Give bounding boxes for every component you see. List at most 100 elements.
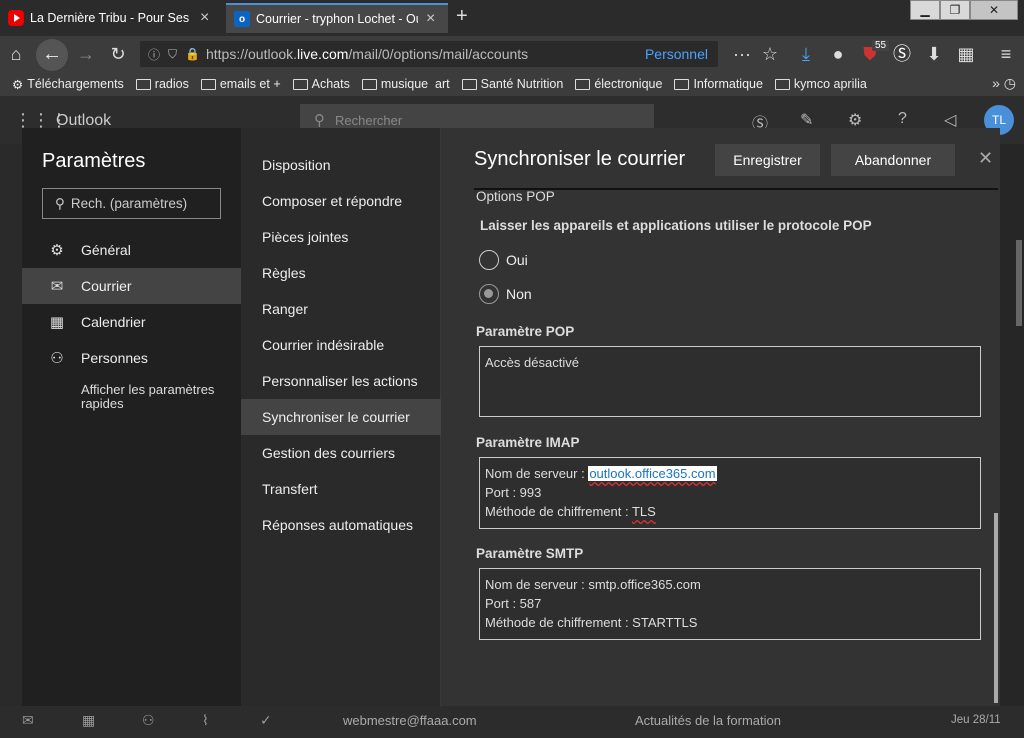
- folder-icon: [200, 78, 216, 90]
- subcategory-message-handling[interactable]: Gestion des courriers: [241, 435, 441, 471]
- category-general[interactable]: ⚙ Général: [22, 232, 241, 268]
- browser-tab-outlook[interactable]: o Courrier - tryphon Lochet - Outl ×: [226, 3, 448, 33]
- imap-server-value[interactable]: outlook.office365.com: [588, 466, 717, 481]
- quick-settings-link[interactable]: Afficher les paramètres rapides: [81, 383, 221, 411]
- category-calendar[interactable]: ▦ Calendrier: [22, 304, 241, 340]
- bookmark-folder[interactable]: Santé Nutrition: [461, 77, 563, 91]
- imap-port-line: Port : 993: [485, 485, 542, 500]
- window-close-icon[interactable]: ✕: [970, 0, 1018, 20]
- download-icon[interactable]: ⤓: [794, 42, 818, 66]
- download-arrow-icon[interactable]: ⬇: [922, 42, 946, 66]
- message-sender: webmestre@ffaaa.com: [343, 713, 477, 728]
- panel-scrollbar-thumb[interactable]: [994, 513, 998, 703]
- bookmark-folder[interactable]: Achats: [292, 77, 350, 91]
- url-text[interactable]: https://outlook.live.com/mail/0/options/…: [206, 46, 528, 62]
- subcategory-forwarding[interactable]: Transfert: [241, 471, 441, 507]
- smtp-setting-box: Nom de serveur : smtp.office365.com Port…: [479, 568, 981, 640]
- new-tab-icon[interactable]: +: [456, 5, 468, 28]
- menu-icon[interactable]: ≡: [994, 42, 1018, 66]
- subcategory-sync-email[interactable]: Synchroniser le courrier: [241, 399, 441, 435]
- search-icon: ⚲: [55, 195, 65, 211]
- subcategory-auto-replies[interactable]: Réponses automatiques: [241, 507, 441, 543]
- todo-icon[interactable]: ✎: [800, 110, 813, 130]
- subcategory-rules[interactable]: Règles: [241, 255, 441, 291]
- bookmark-folder[interactable]: kymco aprilia: [774, 77, 867, 91]
- smtp-port-line: Port : 587: [485, 596, 542, 611]
- back-icon[interactable]: ←: [36, 39, 68, 71]
- todo-check-icon[interactable]: ✓: [260, 712, 272, 729]
- bookmark-downloads[interactable]: ⚙ Téléchargements: [12, 77, 124, 92]
- youtube-icon: [8, 10, 24, 26]
- settings-dialog: Paramètres ⚲ Rech. (paramètres) ⚙ Généra…: [22, 128, 1000, 706]
- minimize-icon[interactable]: ▁: [910, 0, 940, 20]
- calendar-icon[interactable]: ▦: [82, 712, 95, 729]
- help-icon[interactable]: ?: [898, 110, 907, 128]
- bookmark-folder[interactable]: radios: [135, 77, 189, 91]
- category-people[interactable]: ⚇ Personnes: [22, 340, 241, 376]
- subcategory-sweep[interactable]: Ranger: [241, 291, 441, 327]
- mail-subcategories: Disposition Composer et répondre Pièces …: [241, 128, 441, 706]
- imap-encryption-line: Méthode de chiffrement : TLS: [485, 504, 656, 519]
- subcategory-compose[interactable]: Composer et répondre: [241, 183, 441, 219]
- bookmark-folder[interactable]: électronique: [575, 77, 662, 91]
- search-icon: ⚲: [314, 112, 325, 129]
- cancel-button[interactable]: Abandonner: [831, 144, 955, 176]
- bookmark-folder[interactable]: musique art: [361, 77, 450, 91]
- container-label[interactable]: Personnel: [645, 46, 708, 62]
- calendar-icon: ▦: [49, 314, 65, 331]
- subcategory-junk[interactable]: Courrier indésirable: [241, 327, 441, 363]
- s-extension-icon[interactable]: Ⓢ: [890, 42, 914, 66]
- outlook-icon: o: [234, 11, 250, 27]
- close-icon[interactable]: ✕: [978, 148, 993, 169]
- bookmark-star-icon[interactable]: ☆: [758, 42, 782, 66]
- subcategory-layout[interactable]: Disposition: [241, 147, 441, 183]
- extensions-icon[interactable]: ▦: [954, 42, 978, 66]
- save-button[interactable]: Enregistrer: [715, 144, 820, 176]
- smtp-server-line: Nom de serveur : smtp.office365.com: [485, 577, 701, 592]
- subcategory-customize-actions[interactable]: Personnaliser les actions: [241, 363, 441, 399]
- info-icon[interactable]: ⓘ: [148, 46, 160, 63]
- sync-email-panel: Synchroniser le courrier Enregistrer Aba…: [442, 128, 1000, 706]
- more-icon[interactable]: ···: [730, 42, 754, 66]
- bookmark-folder[interactable]: emails et +: [200, 77, 281, 91]
- subcategory-attachments[interactable]: Pièces jointes: [241, 219, 441, 255]
- forward-icon[interactable]: →: [74, 42, 98, 66]
- bookmarks-overflow-icon[interactable]: » ◷: [992, 75, 1016, 92]
- settings-search-input[interactable]: ⚲ Rech. (paramètres): [42, 188, 221, 219]
- feedback-icon[interactable]: ◁: [944, 110, 956, 130]
- panel-title: Synchroniser le courrier: [474, 148, 686, 170]
- message-subject: Actualités de la formation: [635, 713, 781, 728]
- downloads-icon: ⚙: [12, 77, 24, 92]
- close-tab-icon[interactable]: ×: [200, 9, 209, 27]
- category-mail[interactable]: ✉ Courrier: [22, 268, 241, 304]
- background-scrollbar[interactable]: [1016, 240, 1022, 326]
- window-controls: ▁ ❐ ✕: [910, 0, 1018, 20]
- gear-icon[interactable]: ⚙: [848, 110, 862, 130]
- reload-icon[interactable]: ↻: [106, 42, 130, 66]
- lock-icon: 🔒: [185, 47, 200, 61]
- attachment-icon[interactable]: ⌇: [202, 712, 209, 729]
- gear-icon: ⚙: [50, 242, 64, 259]
- settings-scroll-area[interactable]: Options POP Laisser les appareils et app…: [442, 190, 1000, 706]
- pop-question: Laisser les appareils et applications ut…: [480, 218, 872, 233]
- imap-server-line: Nom de serveur : outlook.office365.com: [485, 466, 717, 481]
- bookmark-folder[interactable]: Informatique: [674, 77, 763, 91]
- radio-pop-yes[interactable]: Oui: [479, 250, 528, 270]
- message-date: Jeu 28/11: [951, 714, 1001, 726]
- cookie-icon[interactable]: ●: [826, 42, 850, 66]
- close-tab-icon[interactable]: ×: [426, 10, 435, 28]
- pop-setting-value: Accès désactivé: [485, 355, 579, 370]
- maximize-icon[interactable]: ❐: [940, 0, 970, 20]
- people-icon[interactable]: ⚇: [142, 712, 155, 729]
- smtp-encryption-line: Méthode de chiffrement : STARTTLS: [485, 615, 698, 630]
- mail-icon[interactable]: ✉: [22, 712, 34, 729]
- mail-icon: ✉: [50, 278, 64, 295]
- imap-setting-box: Nom de serveur : outlook.office365.com P…: [479, 457, 981, 529]
- browser-tab-youtube[interactable]: La Dernière Tribu - Pour Ses Frè ×: [0, 3, 222, 33]
- background-right-pane: [1000, 144, 1024, 706]
- radio-pop-no[interactable]: Non: [479, 284, 532, 304]
- folder-icon: [575, 78, 591, 90]
- home-icon[interactable]: ⌂: [4, 42, 28, 66]
- url-bar[interactable]: ⓘ ⛉ 🔒 https://outlook.live.com/mail/0/op…: [140, 41, 718, 67]
- shield-icon[interactable]: ⛉: [168, 47, 177, 62]
